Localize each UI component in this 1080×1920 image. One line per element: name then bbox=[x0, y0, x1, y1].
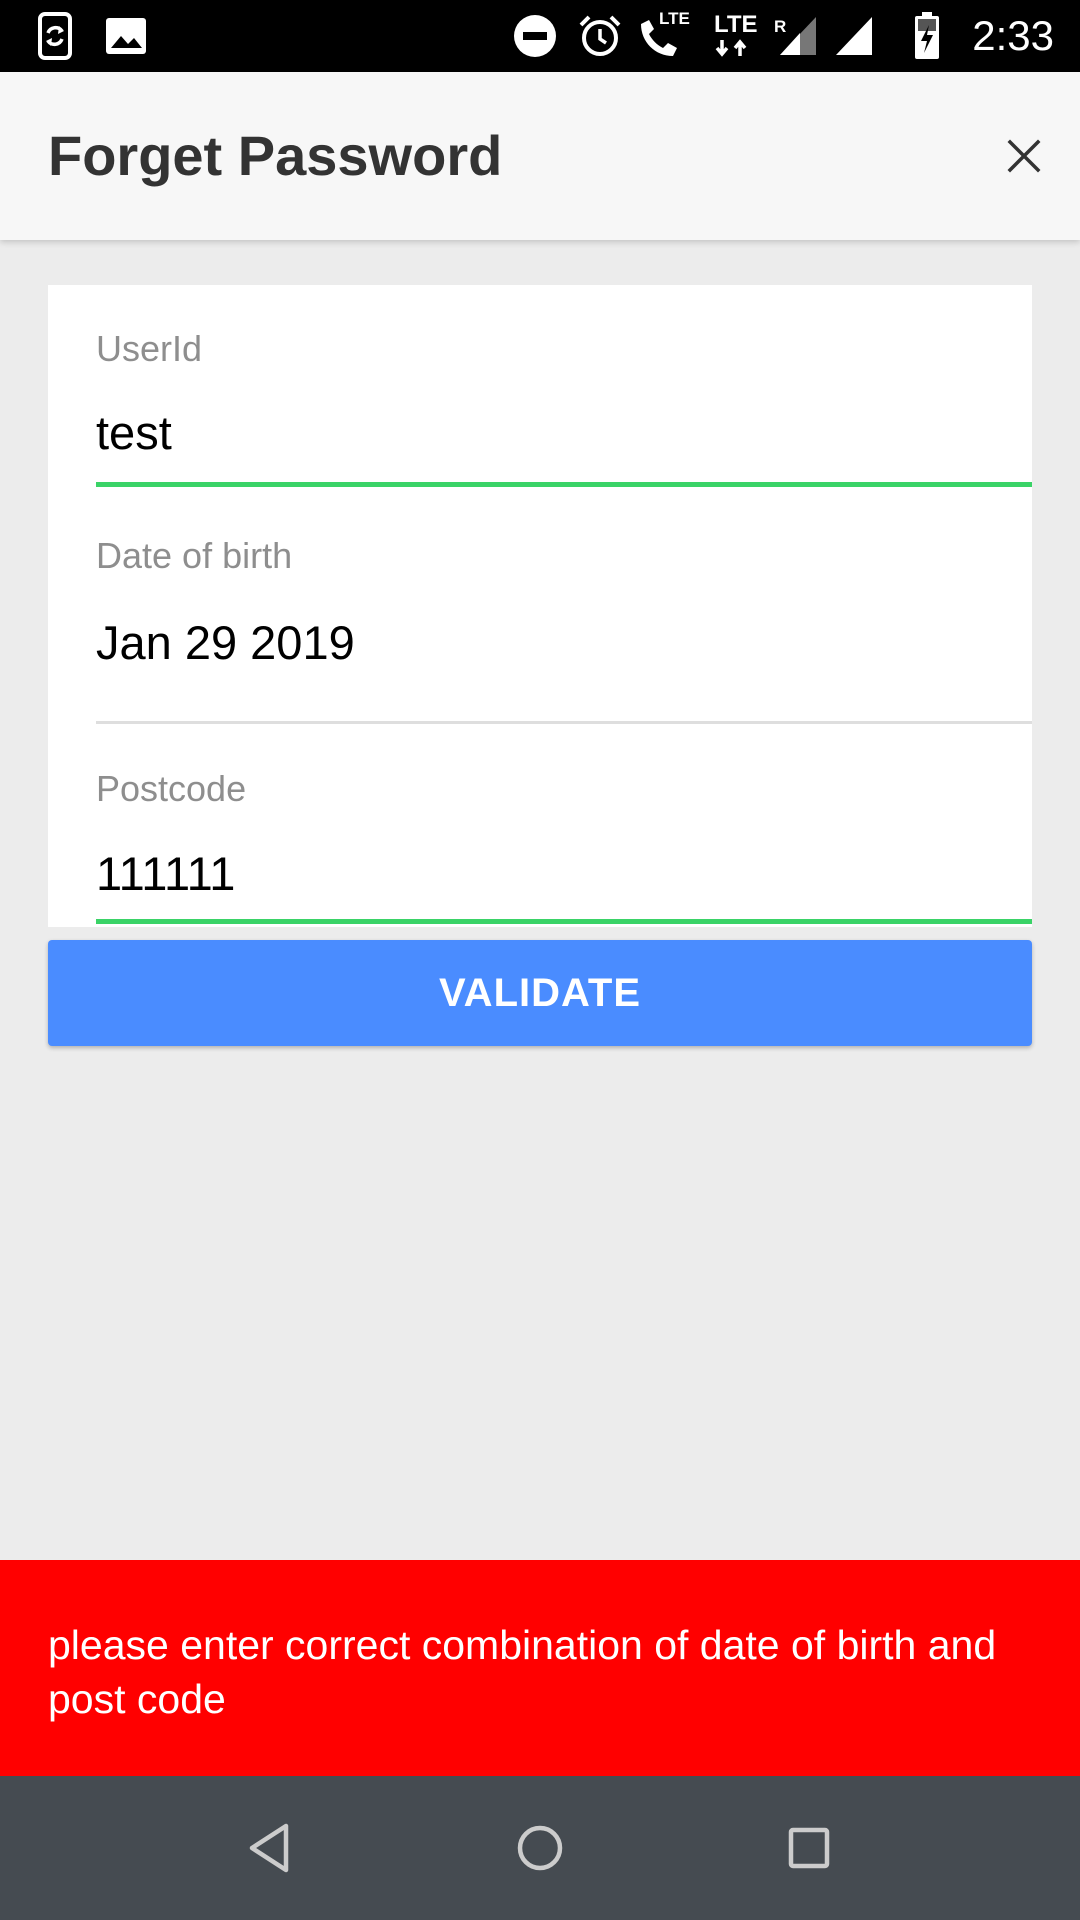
back-icon bbox=[249, 1823, 289, 1873]
date-of-birth-label: Date of birth bbox=[96, 535, 293, 576]
page-title: Forget Password bbox=[48, 124, 503, 187]
home-button[interactable] bbox=[500, 1808, 580, 1888]
error-banner: please enter correct combination of date… bbox=[0, 1560, 1080, 1776]
home-icon bbox=[517, 1825, 563, 1871]
alarm-icon bbox=[577, 0, 623, 72]
app-header: Forget Password bbox=[0, 72, 1080, 240]
postcode-input[interactable]: 111111 bbox=[96, 846, 235, 901]
recents-button[interactable] bbox=[769, 1808, 849, 1888]
postcode-field[interactable]: Postcode 111111 bbox=[96, 723, 1032, 927]
lte-data-label: LTE bbox=[714, 11, 758, 38]
validate-button[interactable]: VALIDATE bbox=[48, 940, 1032, 1046]
userid-input[interactable]: test bbox=[96, 405, 172, 460]
battery-charging-icon bbox=[912, 0, 942, 72]
form-card: UserId test Date of birth Jan 29 2019 Po… bbox=[48, 285, 1032, 927]
back-button[interactable] bbox=[230, 1808, 310, 1888]
userid-label: UserId bbox=[96, 328, 203, 369]
date-of-birth-input[interactable]: Jan 29 2019 bbox=[96, 615, 355, 670]
date-of-birth-field[interactable]: Date of birth Jan 29 2019 bbox=[96, 490, 1032, 724]
postcode-label: Postcode bbox=[96, 768, 247, 809]
image-icon bbox=[104, 0, 148, 72]
do-not-disturb-icon bbox=[512, 0, 558, 72]
error-message: please enter correct combination of date… bbox=[48, 1622, 997, 1722]
navigation-bar bbox=[0, 1776, 1080, 1920]
userid-underline bbox=[96, 482, 1032, 487]
lte-call-label: LTE bbox=[659, 9, 690, 28]
close-icon bbox=[1007, 139, 1041, 173]
recents-icon bbox=[788, 1827, 830, 1869]
postcode-underline bbox=[96, 919, 1032, 924]
status-bar: LTE LTE R 2:33 bbox=[0, 0, 1080, 72]
close-button[interactable] bbox=[992, 124, 1056, 188]
screen-rotate-icon bbox=[34, 0, 78, 72]
forget-password-screen: LTE LTE R 2:33 Forget Password UserId te… bbox=[0, 0, 1080, 1920]
signal-icon bbox=[834, 0, 874, 72]
userid-field[interactable]: UserId test bbox=[96, 285, 1032, 490]
lte-call-icon: LTE bbox=[635, 0, 695, 72]
signal-roaming-icon bbox=[778, 0, 818, 72]
status-time: 2:33 bbox=[972, 12, 1054, 59]
